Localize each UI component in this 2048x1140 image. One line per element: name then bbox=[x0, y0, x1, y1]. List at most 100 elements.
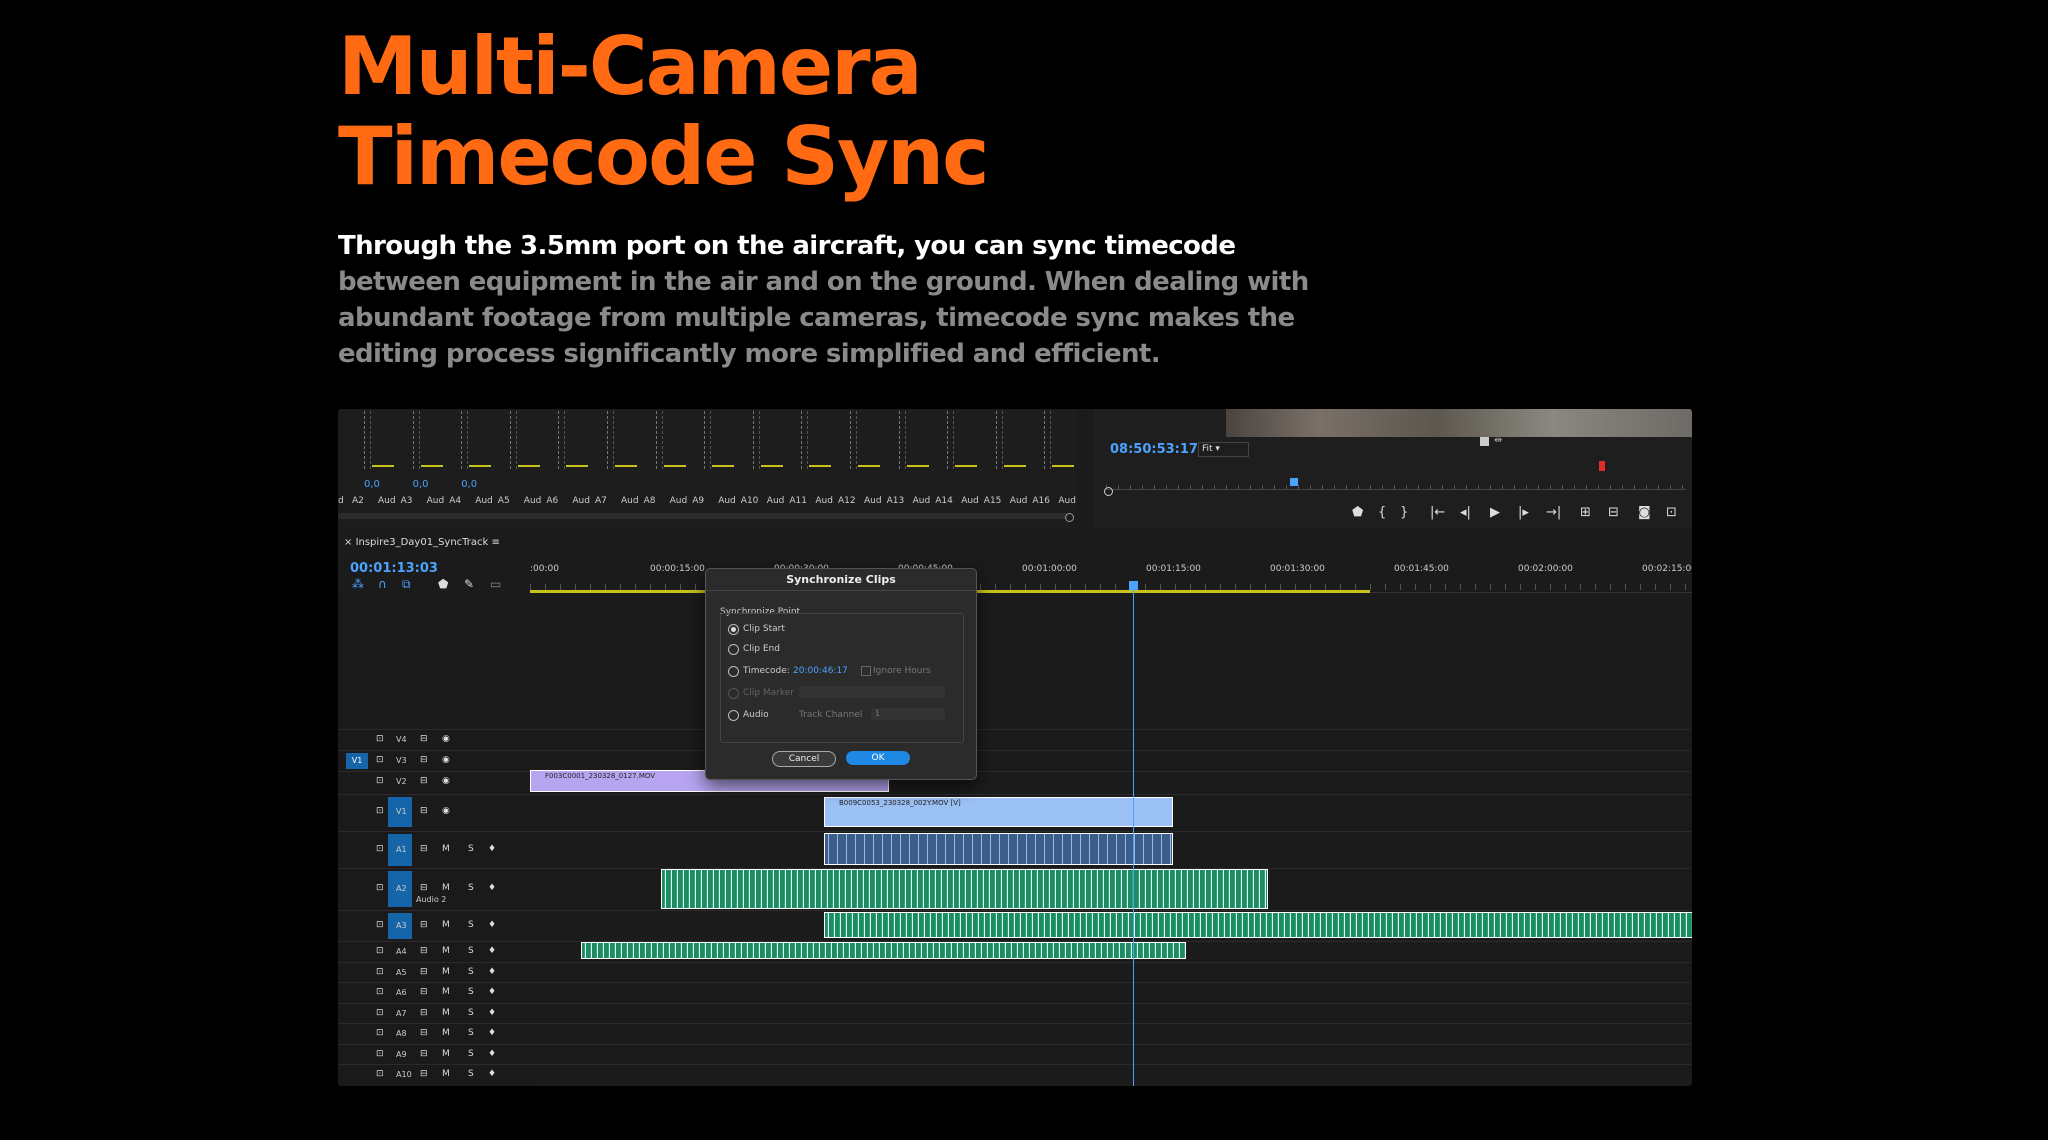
add-marker-icon[interactable]: ⬟ bbox=[1352, 505, 1363, 520]
lock-icon[interactable]: ⊡ bbox=[376, 967, 384, 977]
step-back-icon[interactable]: ◂| bbox=[1460, 505, 1471, 520]
mixer-scrollbar[interactable] bbox=[338, 513, 1068, 519]
sync-lock-icon[interactable]: ⊟ bbox=[420, 734, 428, 744]
mute-button[interactable]: M bbox=[442, 883, 450, 893]
mixer-fader[interactable] bbox=[364, 411, 366, 469]
nest-icon[interactable]: ⁂ bbox=[352, 577, 364, 591]
mixer-fader[interactable] bbox=[607, 411, 609, 469]
lock-icon[interactable]: ⊡ bbox=[376, 987, 384, 997]
mute-button[interactable]: M bbox=[442, 1008, 450, 1018]
eye-icon[interactable]: ◉ bbox=[442, 734, 450, 744]
sync-lock-icon[interactable]: ⊟ bbox=[420, 844, 428, 854]
mic-icon[interactable]: ♦ bbox=[488, 844, 496, 854]
sync-lock-icon[interactable]: ⊟ bbox=[420, 967, 428, 977]
wrench-icon[interactable]: ✎ bbox=[464, 577, 474, 591]
sync-lock-icon[interactable]: ⊟ bbox=[420, 755, 428, 765]
mic-icon[interactable]: ♦ bbox=[488, 1028, 496, 1038]
mixer-fader[interactable] bbox=[801, 411, 803, 469]
sync-lock-icon[interactable]: ⊟ bbox=[420, 1028, 428, 1038]
lock-icon[interactable]: ⊡ bbox=[376, 755, 384, 765]
mute-button[interactable]: M bbox=[442, 1028, 450, 1038]
mixer-fader[interactable] bbox=[947, 411, 949, 469]
lock-icon[interactable]: ⊡ bbox=[376, 946, 384, 956]
solo-button[interactable]: S bbox=[468, 883, 474, 893]
mixer-fader[interactable] bbox=[1044, 411, 1046, 469]
mixer-fader[interactable] bbox=[655, 411, 658, 469]
sync-lock-icon[interactable]: ⊟ bbox=[420, 946, 428, 956]
sync-lock-icon[interactable]: ⊟ bbox=[420, 1069, 428, 1079]
settings-icon[interactable] bbox=[1480, 437, 1489, 446]
mic-icon[interactable]: ♦ bbox=[488, 883, 496, 893]
go-to-in-icon[interactable]: |← bbox=[1430, 505, 1445, 520]
solo-button[interactable]: S bbox=[468, 920, 474, 930]
mixer-scroll-knob[interactable] bbox=[1065, 513, 1074, 522]
solo-button[interactable]: S bbox=[468, 967, 474, 977]
source-patch[interactable]: V1 bbox=[346, 753, 368, 769]
lock-icon[interactable]: ⊡ bbox=[376, 1028, 384, 1038]
solo-button[interactable]: S bbox=[468, 1069, 474, 1079]
sync-lock-icon[interactable]: ⊟ bbox=[420, 883, 428, 893]
sync-lock-icon[interactable]: ⊟ bbox=[420, 1049, 428, 1059]
mute-button[interactable]: M bbox=[442, 946, 450, 956]
export-frame-icon[interactable]: ◙ bbox=[1638, 505, 1651, 520]
ok-button[interactable]: OK bbox=[846, 751, 910, 765]
mixer-value[interactable]: 0,0 bbox=[461, 479, 477, 490]
mixer-value[interactable]: 0,0 bbox=[364, 479, 380, 490]
sequence-tab[interactable]: × Inspire3_Day01_SyncTrack ≡ bbox=[344, 537, 500, 548]
monitor-timeline-ruler[interactable] bbox=[1106, 481, 1686, 490]
a2-clip[interactable] bbox=[661, 869, 1268, 909]
clip-end-radio[interactable] bbox=[728, 644, 739, 655]
sync-lock-icon[interactable]: ⊟ bbox=[420, 987, 428, 997]
timecode-radio[interactable] bbox=[728, 666, 739, 677]
solo-button[interactable]: S bbox=[468, 987, 474, 997]
solo-button[interactable]: S bbox=[468, 946, 474, 956]
eye-icon[interactable]: ◉ bbox=[442, 755, 450, 765]
sync-lock-icon[interactable]: ⊟ bbox=[420, 776, 428, 786]
captions-icon[interactable]: ▭ bbox=[490, 577, 501, 591]
mute-button[interactable]: M bbox=[442, 920, 450, 930]
monitor-timecode[interactable]: 08:50:53:17 bbox=[1110, 442, 1198, 457]
mixer-fader[interactable] bbox=[752, 411, 755, 469]
sequence-timecode[interactable]: 00:01:13:03 bbox=[350, 561, 438, 576]
mic-icon[interactable]: ♦ bbox=[488, 920, 496, 930]
lock-icon[interactable]: ⊡ bbox=[376, 844, 384, 854]
step-forward-icon[interactable]: |▸ bbox=[1518, 505, 1529, 520]
audio-radio[interactable] bbox=[728, 710, 739, 721]
mute-button[interactable]: M bbox=[442, 1069, 450, 1079]
clip-marker-select[interactable] bbox=[799, 686, 945, 698]
mixer-fader[interactable] bbox=[850, 411, 852, 469]
lock-icon[interactable]: ⊡ bbox=[376, 806, 384, 816]
solo-button[interactable]: S bbox=[468, 1028, 474, 1038]
mixer-fader[interactable] bbox=[412, 411, 415, 469]
mic-icon[interactable]: ♦ bbox=[488, 946, 496, 956]
solo-button[interactable]: S bbox=[468, 1049, 474, 1059]
solo-button[interactable]: S bbox=[468, 844, 474, 854]
mic-icon[interactable]: ♦ bbox=[488, 1069, 496, 1079]
overwrite-icon[interactable]: ⊟ bbox=[1608, 505, 1619, 520]
mute-button[interactable]: M bbox=[442, 987, 450, 997]
play-icon[interactable]: ▶ bbox=[1490, 505, 1500, 520]
lock-icon[interactable]: ⊡ bbox=[376, 776, 384, 786]
lock-icon[interactable]: ⊡ bbox=[376, 1049, 384, 1059]
mic-icon[interactable]: ♦ bbox=[488, 1049, 496, 1059]
timecode-field[interactable]: 20:00:46:17 bbox=[793, 666, 848, 676]
mute-button[interactable]: M bbox=[442, 1049, 450, 1059]
sync-lock-icon[interactable]: ⊟ bbox=[420, 920, 428, 930]
v1-clip[interactable]: B009C0053_230328_002Y.MOV [V] bbox=[824, 797, 1173, 827]
clip-start-radio[interactable] bbox=[728, 624, 739, 635]
monitor-scroll-knob[interactable] bbox=[1104, 487, 1113, 496]
a3-clip[interactable] bbox=[824, 912, 1692, 938]
lock-icon[interactable]: ⊡ bbox=[376, 1008, 384, 1018]
track-channel-select[interactable]: 1 bbox=[871, 708, 945, 720]
snap-icon[interactable]: ∩ bbox=[378, 577, 387, 591]
lock-icon[interactable]: ⊡ bbox=[376, 920, 384, 930]
mic-icon[interactable]: ♦ bbox=[488, 967, 496, 977]
split-icon[interactable]: ⇹ bbox=[1494, 435, 1502, 446]
mute-button[interactable]: M bbox=[442, 967, 450, 977]
a4-clip[interactable] bbox=[581, 942, 1186, 959]
mute-button[interactable]: M bbox=[442, 844, 450, 854]
eye-icon[interactable]: ◉ bbox=[442, 776, 450, 786]
mic-icon[interactable]: ♦ bbox=[488, 987, 496, 997]
linked-selection-icon[interactable]: ⧉ bbox=[402, 577, 411, 592]
lock-icon[interactable]: ⊡ bbox=[376, 883, 384, 893]
